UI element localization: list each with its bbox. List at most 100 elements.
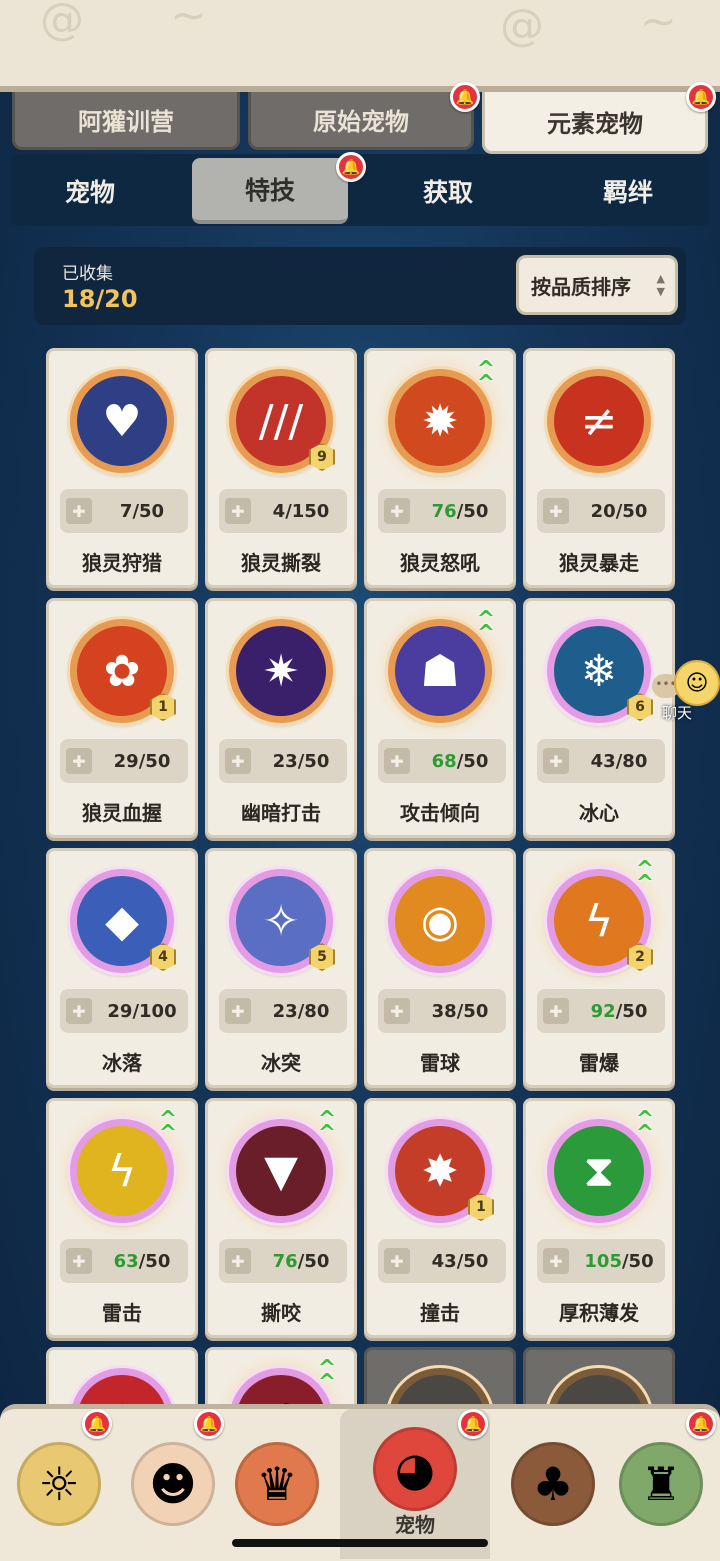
skill-card[interactable]: ✷ ✚ 23/50 幽暗打击 bbox=[205, 598, 357, 838]
shard-progress: ✚ 20/50 bbox=[537, 489, 665, 533]
puzzle-piece-icon: ✚ bbox=[543, 1248, 569, 1274]
tab-primitive-pets[interactable]: 原始宠物 bbox=[248, 92, 474, 150]
upgrade-arrow-icon: ^ ^ bbox=[317, 1356, 337, 1395]
shard-progress: ✚ 29/100 bbox=[60, 989, 188, 1033]
shards-needed: /150 bbox=[285, 500, 330, 522]
puzzle-piece-icon: ✚ bbox=[225, 748, 251, 774]
sort-by-quality-button[interactable]: 按品质排序 ▲ ▼ bbox=[516, 255, 678, 315]
skill-name: 狼灵怒吼 bbox=[400, 551, 480, 575]
stone-totem-icon: ♜ bbox=[619, 1442, 703, 1526]
chat-button[interactable]: ••• ☺ 聊天 bbox=[652, 660, 720, 726]
puzzle-piece-icon: ✚ bbox=[543, 498, 569, 524]
skill-card[interactable]: ◆ 4 ✚ 29/100 冰落 bbox=[46, 848, 198, 1088]
skill-card[interactable]: ///9 ✚ 4/150 狼灵撕裂 bbox=[205, 348, 357, 588]
skill-card[interactable]: ϟ ^ ^ 2 ✚ 92/50 雷爆 bbox=[523, 848, 675, 1088]
shards-needed: /50 bbox=[456, 1000, 489, 1022]
shards-owned: 20 bbox=[590, 500, 616, 522]
shard-progress: ✚ 105/50 bbox=[537, 1239, 665, 1283]
upgrade-arrow-icon: ^ ^ bbox=[476, 357, 496, 396]
subtab-obtain[interactable]: 获取 bbox=[370, 158, 526, 224]
shard-progress: ✚ 68/50 bbox=[378, 739, 506, 783]
shards-needed: /50 bbox=[615, 1000, 648, 1022]
progress-text: 38/50 bbox=[414, 1001, 506, 1022]
upgrade-arrow-icon: ^ ^ bbox=[635, 1107, 655, 1146]
progress-text: 76/50 bbox=[414, 501, 506, 522]
bell-icon: 🔔 bbox=[686, 1409, 716, 1439]
skill-card[interactable]: ✸ 1 ✚ 43/50 撞击 bbox=[364, 1098, 516, 1338]
skill-card[interactable]: ✹ ^ ^ ✚ 76/50 狼灵怒吼 bbox=[364, 348, 516, 588]
progress-text: 29/50 bbox=[96, 751, 188, 772]
nav-bear-village[interactable]: ♣ bbox=[498, 1419, 608, 1549]
shard-progress: ✚ 23/50 bbox=[219, 739, 347, 783]
shards-needed: /50 bbox=[621, 1250, 654, 1272]
dark-strike-icon: ✷ bbox=[229, 619, 333, 723]
shards-needed: /50 bbox=[615, 500, 648, 522]
swirl-decoration: @ bbox=[40, 0, 84, 45]
swirl-decoration: @ bbox=[500, 0, 544, 51]
shard-progress: ✚ 38/50 bbox=[378, 989, 506, 1033]
skill-card[interactable]: ⧗ ^ ^ ✚ 105/50 厚积薄发 bbox=[523, 1098, 675, 1338]
skill-name: 冰落 bbox=[102, 1051, 142, 1075]
puzzle-piece-icon: ✚ bbox=[384, 748, 410, 774]
pet-dino-icon: ◕ bbox=[373, 1427, 457, 1511]
shards-needed: /50 bbox=[132, 500, 165, 522]
bell-icon: 🔔 bbox=[82, 1409, 112, 1439]
shards-needed: /80 bbox=[615, 750, 648, 772]
puzzle-piece-icon: ✚ bbox=[384, 1248, 410, 1274]
skill-card[interactable]: ✿ 1 ✚ 29/50 狼灵血握 bbox=[46, 598, 198, 838]
upgrade-arrow-icon: ^ ^ bbox=[317, 1107, 337, 1146]
collection-panel: 已收集 18/20 按品质排序 ▲ ▼ bbox=[34, 247, 686, 325]
skill-card[interactable]: ♥ ✚ 7/50 狼灵狩猎 bbox=[46, 348, 198, 588]
puzzle-piece-icon: ✚ bbox=[384, 498, 410, 524]
skill-name: 狼灵暴走 bbox=[559, 551, 639, 575]
progress-text: 92/50 bbox=[573, 1001, 665, 1022]
skill-name: 狼灵血握 bbox=[82, 801, 162, 825]
progress-text: 68/50 bbox=[414, 751, 506, 772]
skill-card[interactable]: ϟ ^ ^ ✚ 63/50 雷击 bbox=[46, 1098, 198, 1338]
upgrade-arrow-icon: ^ ^ bbox=[476, 607, 496, 646]
shards-owned: 29 bbox=[113, 750, 139, 772]
shard-progress: ✚ 76/50 bbox=[378, 489, 506, 533]
skill-card[interactable]: ☗ ^ ^ ✚ 68/50 攻击倾向 bbox=[364, 598, 516, 838]
skill-card[interactable]: ▼ ^ ^ ✚ 76/50 撕咬 bbox=[205, 1098, 357, 1338]
character-boy-icon: ☻ bbox=[131, 1442, 215, 1526]
skill-name: 攻击倾向 bbox=[400, 801, 480, 825]
skill-name: 冰突 bbox=[261, 1051, 301, 1075]
shard-progress: ✚ 76/50 bbox=[219, 1239, 347, 1283]
shard-progress: ✚ 43/50 bbox=[378, 1239, 506, 1283]
bell-icon: 🔔 bbox=[336, 152, 366, 182]
shards-owned: 43 bbox=[431, 1250, 457, 1272]
sub-tabs: 宠物 特技 🔔 获取 羁绊 bbox=[10, 152, 710, 226]
skill-card[interactable]: ≠ ✚ 20/50 狼灵暴走 bbox=[523, 348, 675, 588]
skill-name: 雷击 bbox=[102, 1301, 142, 1325]
smiley-face-icon: ☺ bbox=[674, 660, 720, 706]
progress-text: 43/80 bbox=[573, 751, 665, 772]
shards-owned: 23 bbox=[272, 750, 298, 772]
collection-count: 18/20 bbox=[62, 285, 138, 313]
tab-badger-camp[interactable]: 阿獾训营 bbox=[12, 92, 240, 150]
progress-text: 23/50 bbox=[255, 751, 347, 772]
rampage-slash-icon: ≠ bbox=[547, 369, 651, 473]
skill-name: 幽暗打击 bbox=[241, 801, 321, 825]
puzzle-piece-icon: ✚ bbox=[543, 748, 569, 774]
shards-needed: /100 bbox=[132, 1000, 177, 1022]
top-banner: @ ~ @ ~ bbox=[0, 0, 720, 92]
subtab-skills[interactable]: 特技 bbox=[192, 158, 348, 224]
shard-progress: ✚ 63/50 bbox=[60, 1239, 188, 1283]
subtab-pets[interactable]: 宠物 bbox=[12, 158, 168, 224]
subtab-bonds[interactable]: 羁绊 bbox=[550, 158, 706, 224]
nav-character-tribal[interactable]: ♛ bbox=[222, 1419, 332, 1549]
shards-owned: 7 bbox=[119, 500, 133, 522]
skill-card[interactable]: ◉ ✚ 38/50 雷球 bbox=[364, 848, 516, 1088]
skill-card[interactable]: ✧ 5 ✚ 23/80 冰突 bbox=[205, 848, 357, 1088]
sort-button-label: 按品质排序 bbox=[531, 274, 631, 299]
swirl-decoration: ~ bbox=[640, 0, 677, 47]
tab-element-pets[interactable]: 元素宠物 bbox=[482, 92, 708, 154]
skill-name: 狼灵狩猎 bbox=[82, 551, 162, 575]
thunder-orb-icon: ◉ bbox=[388, 869, 492, 973]
puzzle-piece-icon: ✚ bbox=[225, 1248, 251, 1274]
puzzle-piece-icon: ✚ bbox=[66, 1248, 92, 1274]
collection-label: 已收集 bbox=[62, 264, 113, 284]
bell-icon: 🔔 bbox=[194, 1409, 224, 1439]
shards-owned: 92 bbox=[590, 1000, 616, 1022]
